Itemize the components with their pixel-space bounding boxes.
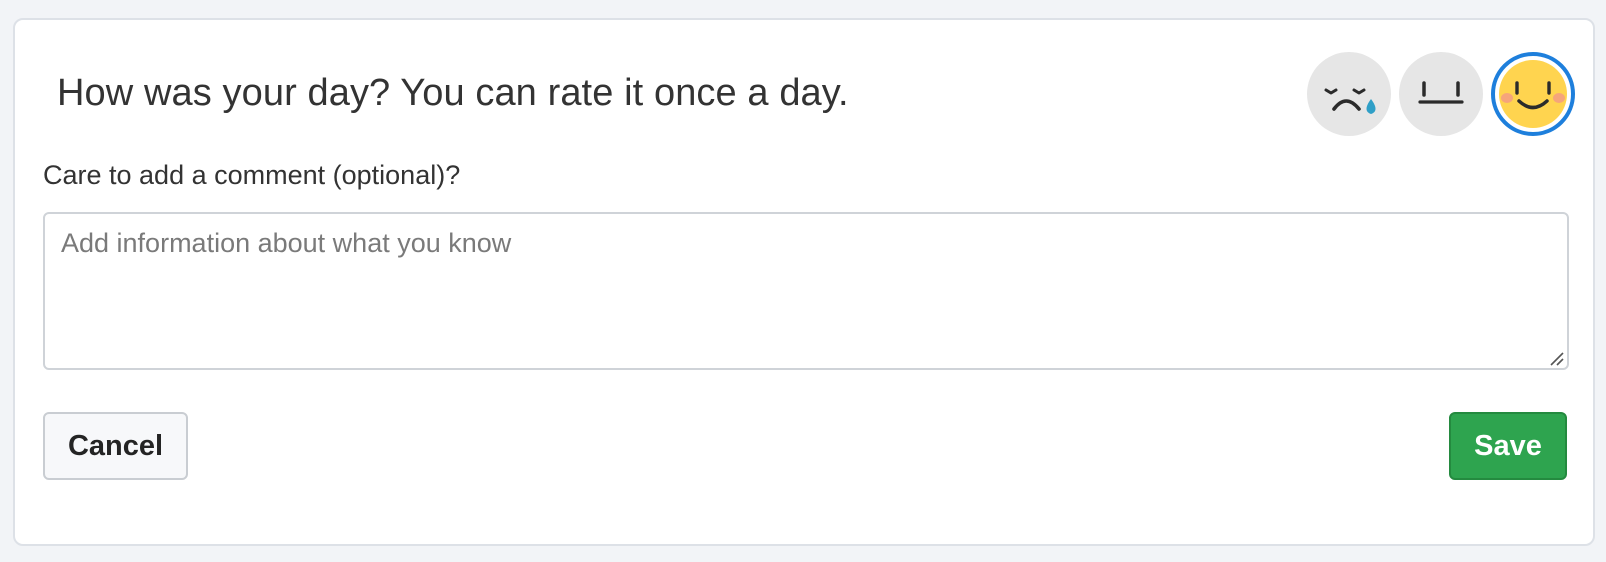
daily-rating-card: How was your day? You can rate it once a… xyxy=(13,18,1595,546)
neutral-rating-button[interactable] xyxy=(1399,52,1483,136)
smiling-face-icon xyxy=(1495,56,1571,132)
cancel-button[interactable]: Cancel xyxy=(43,412,188,480)
textarea-resize-handle-icon[interactable] xyxy=(1547,350,1565,366)
sad-rating-button[interactable] xyxy=(1307,52,1391,136)
mood-rating-options xyxy=(1307,52,1575,136)
save-button[interactable]: Save xyxy=(1449,412,1567,480)
crying-face-icon xyxy=(1307,52,1391,136)
rating-question-title: How was your day? You can rate it once a… xyxy=(57,72,849,114)
happy-rating-button[interactable] xyxy=(1491,52,1575,136)
neutral-face-icon xyxy=(1399,52,1483,136)
comment-textarea[interactable] xyxy=(43,212,1569,370)
comment-label: Care to add a comment (optional)? xyxy=(43,160,461,190)
